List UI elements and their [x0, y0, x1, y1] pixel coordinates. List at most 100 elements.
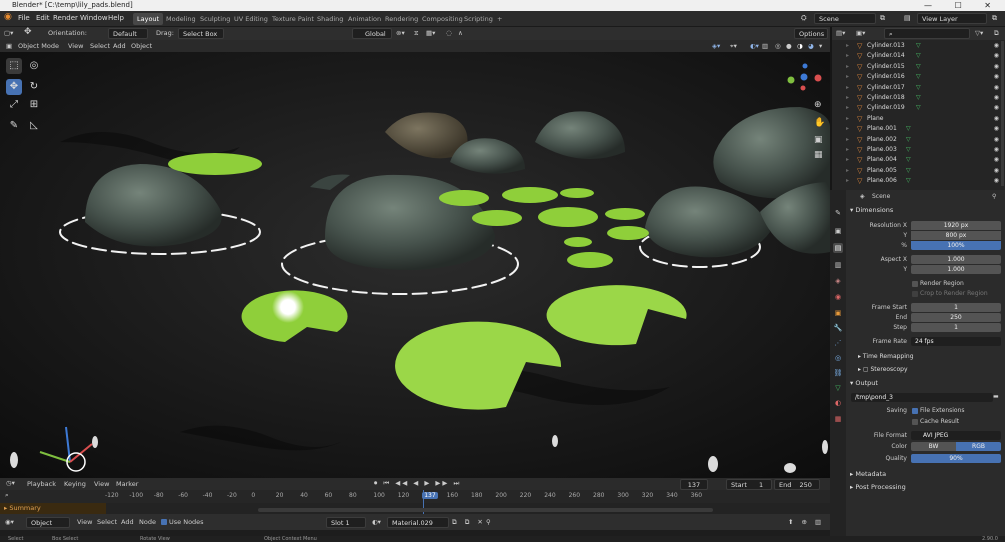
- stereoscopy-header[interactable]: ▸ ▢ Stereoscopy: [858, 366, 908, 373]
- shading-material-icon[interactable]: ◑: [797, 42, 803, 50]
- scene-selector[interactable]: Scene: [814, 13, 876, 24]
- menu-add[interactable]: Add: [113, 42, 126, 50]
- transform-pivot-icon[interactable]: ✥: [24, 27, 32, 37]
- gizmo-icon[interactable]: ⌖▾: [730, 42, 737, 51]
- view-toggle-icon[interactable]: ⌕: [5, 491, 9, 500]
- mesh-data-icon[interactable]: ▽: [906, 155, 911, 165]
- output-path-field[interactable]: /tmp\pond_3: [851, 393, 993, 402]
- world-tab-icon[interactable]: ◉: [833, 292, 843, 302]
- frame-start-field[interactable]: 1: [911, 303, 1001, 312]
- visibility-eye-icon[interactable]: ◉: [994, 114, 999, 124]
- tab-rendering[interactable]: Rendering: [381, 13, 422, 25]
- scene-tab-icon[interactable]: ◈: [833, 276, 843, 286]
- mesh-data-icon[interactable]: ▽: [916, 93, 921, 103]
- material-tab-icon[interactable]: ◐: [833, 398, 843, 408]
- tab-texture-paint[interactable]: Texture Paint: [268, 13, 318, 25]
- tweak-tool-icon[interactable]: ⬚: [6, 58, 22, 74]
- visibility-eye-icon[interactable]: ◉: [994, 62, 999, 72]
- transform-tool-icon[interactable]: ⊞: [26, 97, 42, 113]
- timeline-ruler[interactable]: ⌕ -120 -100 -80 -60 -40 -20 0 20 40 60 80 100 120 137…: [0, 490, 830, 503]
- menu-file[interactable]: File: [18, 14, 30, 22]
- snapping-icon[interactable]: ⬆ ⊕ ▥: [788, 518, 824, 526]
- visibility-eye-icon[interactable]: ◉: [994, 155, 999, 165]
- timeline-view[interactable]: View: [94, 480, 109, 488]
- end-frame-field[interactable]: End 250: [774, 479, 820, 490]
- camera-view-icon[interactable]: ▣: [814, 135, 823, 145]
- outliner-item[interactable]: ▸ ▽ Plane.006 ▽ ◉: [832, 176, 1005, 186]
- tool-tab-icon[interactable]: ✎: [833, 208, 843, 218]
- color-rgb-button[interactable]: RGB: [956, 442, 1001, 451]
- tab-layout[interactable]: Layout: [133, 13, 164, 25]
- shading-rendered-icon[interactable]: ◕: [808, 42, 814, 50]
- pin-icon[interactable]: ⚲: [486, 518, 491, 526]
- snap-target-icon[interactable]: ▦▾: [426, 29, 435, 37]
- mesh-data-icon[interactable]: ▽: [916, 51, 921, 61]
- data-tab-icon[interactable]: ▽: [833, 383, 843, 393]
- playback-controls-icon[interactable]: ⏺ ⏮ ◀◀ ◀ ▶ ▶▶ ⏭: [374, 479, 461, 488]
- output-tab-icon[interactable]: ▤: [833, 243, 843, 253]
- cursor-tool-icon[interactable]: ◎: [26, 58, 42, 74]
- perspective-toggle-icon[interactable]: ▦: [814, 150, 823, 160]
- xray-icon[interactable]: ▥: [762, 42, 768, 50]
- folder-icon[interactable]: ▬: [993, 393, 999, 400]
- tab-animation[interactable]: Animation: [344, 13, 385, 25]
- tab-shading[interactable]: Shading: [313, 13, 347, 25]
- aspect-x-field[interactable]: 1.000: [911, 255, 1001, 264]
- output-header[interactable]: ▾ Output: [850, 379, 878, 387]
- modifier-tab-icon[interactable]: 🔧: [833, 323, 843, 333]
- transform-orientation-dropdown[interactable]: Global: [352, 28, 392, 39]
- menu-render[interactable]: Render: [53, 14, 78, 22]
- mesh-data-icon[interactable]: ▽: [906, 124, 911, 134]
- node-menu-node[interactable]: Node: [139, 518, 156, 526]
- current-frame[interactable]: 137: [680, 479, 708, 490]
- frame-rate-dropdown[interactable]: 24 fps: [911, 337, 1001, 346]
- node-menu-view[interactable]: View: [77, 518, 92, 526]
- mesh-data-icon[interactable]: ▽: [906, 176, 911, 186]
- timeline-scrollbar[interactable]: [258, 508, 713, 512]
- res-x-field[interactable]: 1920 px: [911, 221, 1001, 230]
- outliner-item[interactable]: ▸ ▽ Plane.004 ▽ ◉: [832, 155, 1005, 165]
- outliner-item[interactable]: ▸ ▽ Plane.002 ▽ ◉: [832, 135, 1005, 145]
- use-nodes-checkbox[interactable]: [161, 519, 167, 525]
- node-menu-select[interactable]: Select: [97, 518, 117, 526]
- pin-properties-icon[interactable]: ⚲: [992, 193, 996, 200]
- options-dropdown[interactable]: Options: [794, 28, 828, 39]
- mesh-data-icon[interactable]: ▽: [916, 62, 921, 72]
- annotate-tool-icon[interactable]: ✎: [6, 118, 22, 134]
- aspect-y-field[interactable]: 1.000: [911, 265, 1001, 274]
- outliner-item[interactable]: ▸ ▽ Cylinder.014 ▽ ◉: [832, 51, 1005, 61]
- snap-icon[interactable]: ⧖: [414, 29, 419, 38]
- visibility-eye-icon[interactable]: ◉: [994, 145, 999, 155]
- add-workspace-button[interactable]: +: [493, 13, 506, 25]
- res-y-field[interactable]: 800 px: [911, 231, 1001, 240]
- visibility-eye-icon[interactable]: ◉: [994, 135, 999, 145]
- view-layer-selector[interactable]: View Layer: [917, 13, 987, 24]
- visibility-icon[interactable]: ◈▾: [712, 42, 720, 50]
- color-bw-button[interactable]: BW: [911, 442, 956, 451]
- tab-modeling[interactable]: Modeling: [162, 13, 200, 25]
- outliner-item[interactable]: ▸ ▽ Plane.001 ▽ ◉: [832, 124, 1005, 134]
- menu-object[interactable]: Object: [131, 42, 152, 50]
- outliner-item[interactable]: ▸ ▽ Plane ◉: [832, 114, 1005, 124]
- window-controls[interactable]: — ☐ ✕: [924, 0, 1001, 11]
- render-region-checkbox[interactable]: [912, 281, 918, 287]
- slot-dropdown[interactable]: Slot 1: [326, 517, 366, 528]
- outliner-item[interactable]: ▸ ▽ Cylinder.016 ▽ ◉: [832, 72, 1005, 82]
- tab-uv-editing[interactable]: UV Editing: [230, 13, 272, 25]
- visibility-eye-icon[interactable]: ◉: [994, 93, 999, 103]
- material-actions-icon[interactable]: ⧉ ⧉ ✕: [452, 518, 486, 527]
- render-tab-icon[interactable]: ▣: [833, 226, 843, 236]
- outliner-scrollbar[interactable]: [1001, 41, 1004, 186]
- node-editor-type-icon[interactable]: ◉▾: [5, 518, 14, 526]
- time-remapping-header[interactable]: ▸ Time Remapping: [858, 353, 914, 360]
- outliner-item[interactable]: ▸ ▽ Cylinder.015 ▽ ◉: [832, 62, 1005, 72]
- proportional-edit-icon[interactable]: ◌: [446, 29, 452, 37]
- outliner-item[interactable]: ▸ ▽ Cylinder.013 ▽ ◉: [832, 41, 1005, 51]
- crop-region-checkbox[interactable]: [912, 291, 918, 297]
- quality-slider[interactable]: 90%: [911, 454, 1001, 463]
- outliner-item[interactable]: ▸ ▽ Plane.003 ▽ ◉: [832, 145, 1005, 155]
- menu-edit[interactable]: Edit: [36, 14, 50, 22]
- zoom-icon[interactable]: ⊕: [814, 100, 822, 110]
- particles-tab-icon[interactable]: ⋰: [833, 338, 843, 348]
- mesh-data-icon[interactable]: ▽: [916, 41, 921, 51]
